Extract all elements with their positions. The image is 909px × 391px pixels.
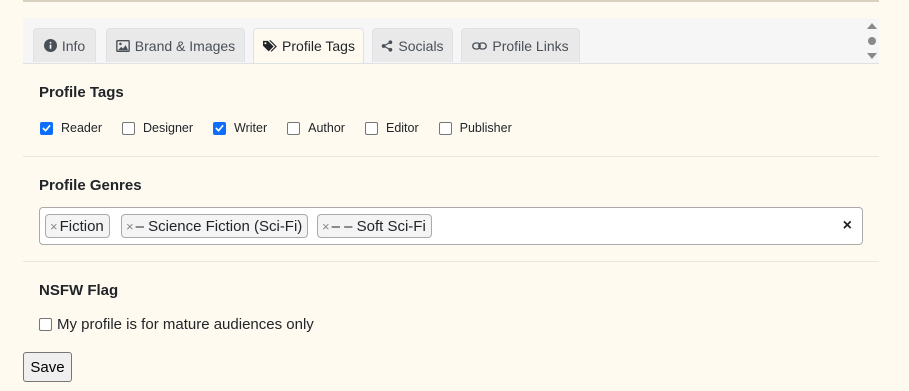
tab-brand-images[interactable]: Brand & Images [106,28,245,62]
tag-label: Reader [61,121,102,135]
chevron-down-icon[interactable] [866,52,878,60]
tab-bar: Info Brand & Images Profile Tags Socials… [23,18,879,64]
remove-chip-icon[interactable]: × [322,219,330,234]
tags-icon [262,39,277,53]
tag-option-writer[interactable]: Writer [213,121,287,135]
chip-label: Fiction [59,217,104,235]
tab-label: Socials [398,37,444,54]
genre-select[interactable]: × Fiction × – Science Fiction (Sci-Fi) ×… [39,207,863,245]
remove-chip-icon[interactable]: × [50,219,58,234]
tag-option-reader[interactable]: Reader [40,121,122,135]
tab-scroll-control[interactable] [866,22,878,60]
tab-label: Info [61,37,86,54]
tag-label: Designer [143,121,194,135]
genre-chip[interactable]: × – – Soft Sci-Fi [317,214,432,238]
nsfw-heading: NSFW Flag [39,282,119,299]
tag-label: Author [308,121,345,135]
save-button[interactable]: Save [23,352,72,382]
nsfw-checkbox[interactable] [39,318,52,331]
genre-chip[interactable]: × – Science Fiction (Sci-Fi) [121,214,309,238]
section-divider [23,261,879,262]
profile-genres-heading: Profile Genres [39,177,142,194]
info-circle-icon [43,39,57,52]
scroll-dot [868,37,876,45]
share-icon [381,39,393,52]
tag-checkbox[interactable] [438,121,452,135]
tag-checkbox[interactable] [213,121,227,135]
remove-chip-icon[interactable]: × [126,219,134,234]
image-icon [115,39,130,52]
nsfw-label: My profile is for mature audiences only [57,316,314,333]
nsfw-option[interactable]: My profile is for mature audiences only [39,316,314,333]
tab-profile-links[interactable]: Profile Links [461,28,580,62]
tag-option-editor[interactable]: Editor [364,121,439,135]
tag-checkbox[interactable] [122,121,135,135]
tab-socials[interactable]: Socials [372,28,453,62]
section-divider [23,156,879,157]
link-icon [472,40,488,52]
clear-all-icon[interactable]: × [843,217,852,235]
tab-profile-tags[interactable]: Profile Tags [253,28,364,63]
tag-checkbox[interactable] [40,121,53,135]
tag-option-author[interactable]: Author [287,121,365,135]
tab-info[interactable]: Info [33,28,96,62]
chip-label: – Science Fiction (Sci-Fi) [135,217,303,235]
tag-checkbox[interactable] [287,121,301,135]
tag-label: Editor [385,121,419,135]
chevron-up-icon[interactable] [866,22,878,30]
top-divider [23,0,879,2]
chip-label: – – Soft Sci-Fi [331,217,426,235]
tag-option-publisher[interactable]: Publisher [438,121,532,135]
profile-tags-options: Reader Designer Writer Author Editor Publishe… [40,120,532,136]
tag-option-designer[interactable]: Designer [122,121,213,135]
profile-tags-heading: Profile Tags [39,84,124,101]
tag-label: Publisher [459,121,512,135]
tag-checkbox[interactable] [364,121,378,135]
tab-label: Profile Links [492,37,569,54]
tab-label: Profile Tags [282,38,355,54]
tab-label: Brand & Images [134,37,236,54]
genre-chip[interactable]: × Fiction [45,214,110,238]
tag-label: Writer [234,121,268,135]
